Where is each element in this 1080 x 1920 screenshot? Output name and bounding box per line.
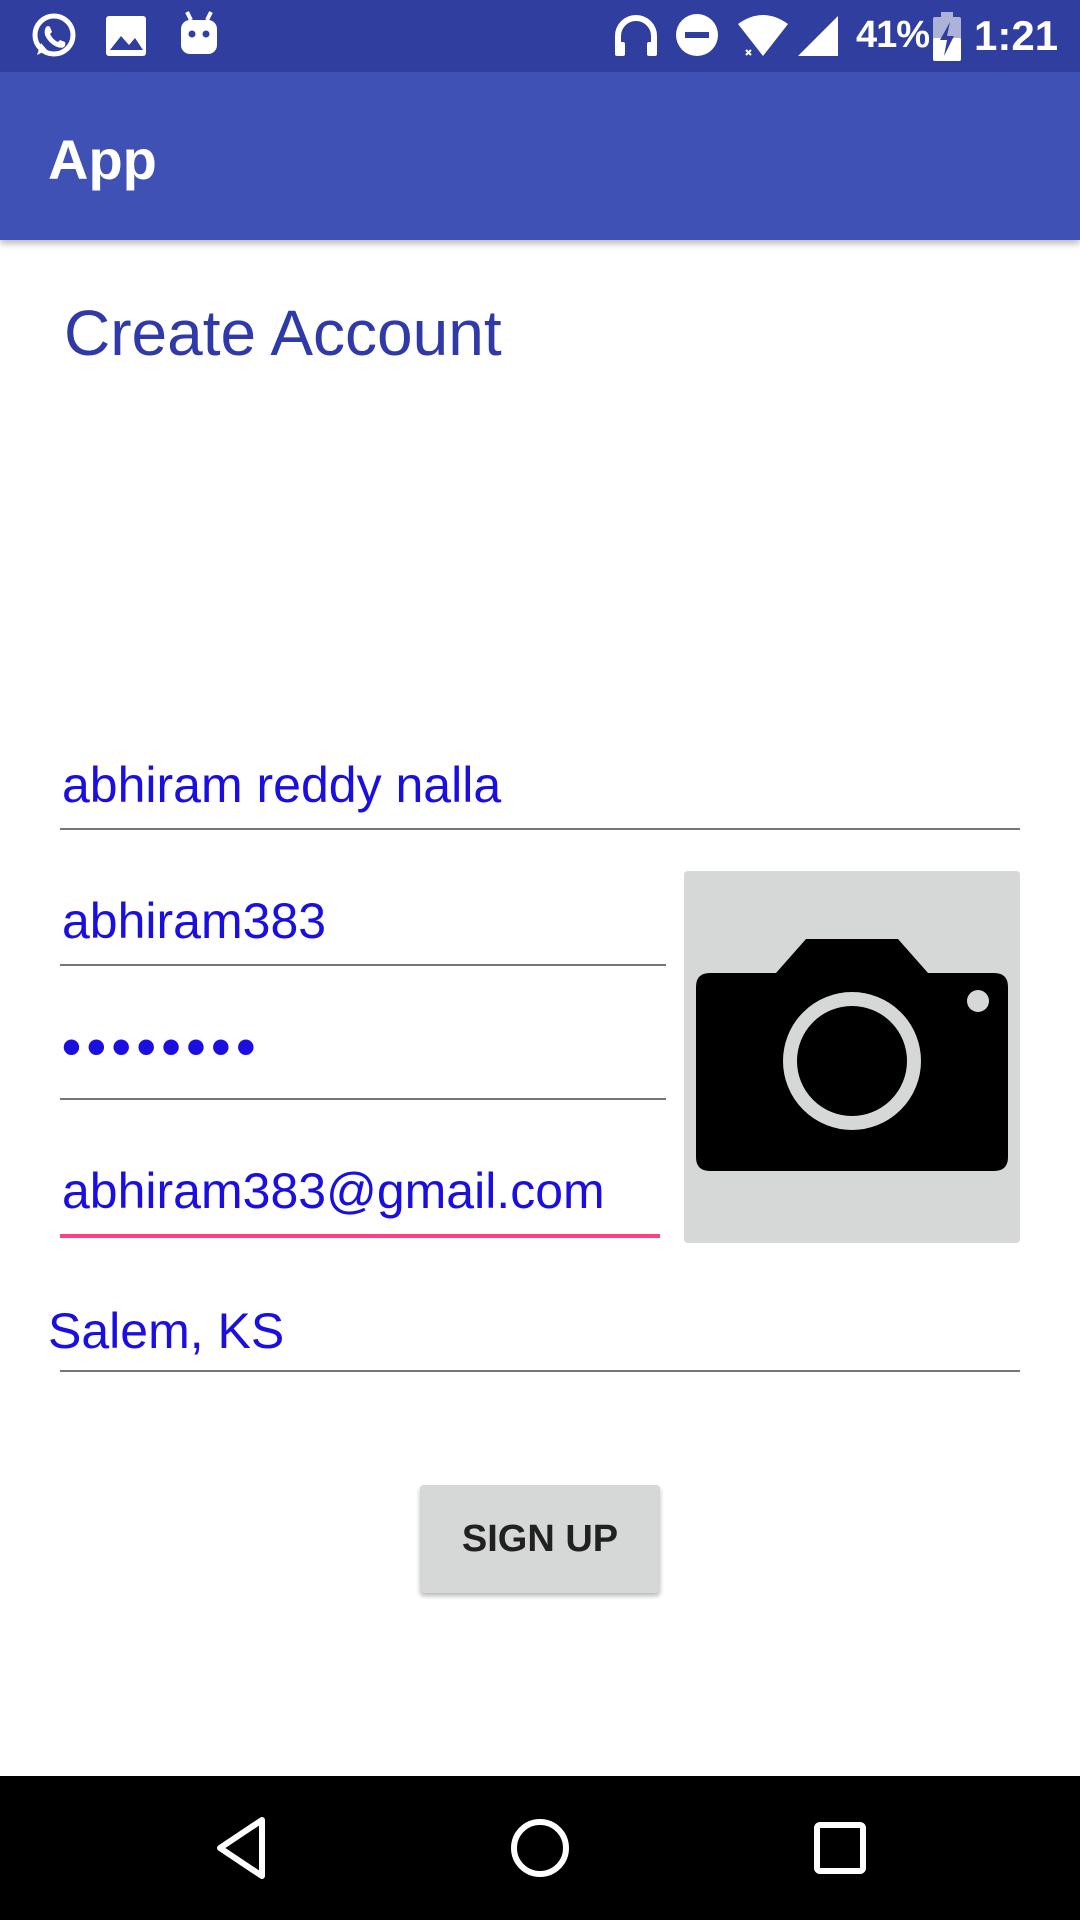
navigation-bar xyxy=(0,1776,1080,1920)
headphones-icon xyxy=(615,15,657,56)
password-field[interactable]: •••••••• xyxy=(60,1010,666,1100)
app-title: App xyxy=(48,128,157,191)
do-not-disturb-icon xyxy=(676,14,718,56)
location-field[interactable]: Salem, KS xyxy=(48,1282,1020,1372)
location-value: Salem, KS xyxy=(48,1303,285,1359)
full-name-value: abhiram reddy nalla xyxy=(62,757,502,813)
battery-charging-icon xyxy=(933,12,961,61)
email-value: abhiram383@gmail.com xyxy=(62,1163,605,1219)
page-title: Create Account xyxy=(64,297,502,369)
username-value: abhiram383 xyxy=(62,893,327,949)
whatsapp-icon xyxy=(32,13,76,57)
email-field[interactable]: abhiram383@gmail.com xyxy=(60,1146,660,1238)
wifi-icon xyxy=(738,15,788,56)
username-field[interactable]: abhiram383 xyxy=(60,876,666,966)
back-icon[interactable] xyxy=(212,1812,272,1884)
recents-icon[interactable] xyxy=(812,1812,868,1884)
full-name-field[interactable]: abhiram reddy nalla xyxy=(60,740,1020,830)
camera-icon xyxy=(696,939,1008,1171)
screen: 41% 1:21 App Create Account abhiram redd… xyxy=(0,0,1080,1920)
android-icon xyxy=(181,11,217,54)
cellular-signal-icon xyxy=(798,16,838,56)
battery-percent: 41% xyxy=(856,14,930,56)
profile-photo-button[interactable] xyxy=(684,871,1020,1243)
password-value: •••••••• xyxy=(62,1017,262,1077)
image-icon xyxy=(106,16,146,56)
status-bar: 41% 1:21 xyxy=(0,0,1080,72)
app-bar: App xyxy=(0,72,1080,240)
home-icon[interactable] xyxy=(508,1812,572,1884)
sign-up-button[interactable]: SIGN UP xyxy=(420,1485,660,1593)
clock: 1:21 xyxy=(974,12,1059,59)
